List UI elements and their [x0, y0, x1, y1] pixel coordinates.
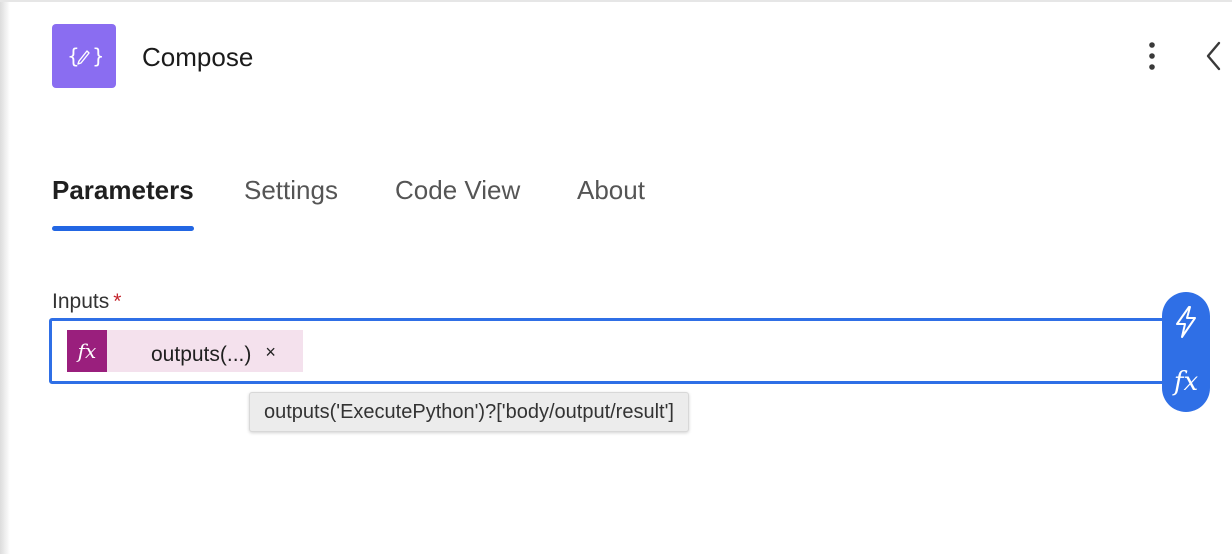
inputs-label: Inputs * — [52, 288, 121, 316]
more-options-button[interactable] — [1136, 38, 1168, 74]
token-tooltip: outputs('ExecutePython')?['body/output/r… — [249, 392, 689, 432]
compose-action-icon: { } — [52, 24, 116, 88]
panel-top-border — [0, 0, 1232, 2]
expression-fx-icon: fx — [67, 330, 107, 372]
compose-braces-icon: { } — [67, 44, 102, 68]
expression-token[interactable]: fx outputs(...) × — [67, 330, 303, 372]
lightning-icon — [1176, 306, 1196, 338]
tab-parameters[interactable]: Parameters — [52, 170, 194, 210]
expression-token-label: outputs(...) — [151, 343, 252, 366]
insert-tools-pill: fx — [1162, 292, 1210, 412]
tab-code-view[interactable]: Code View — [395, 170, 520, 210]
tab-settings[interactable]: Settings — [244, 170, 338, 210]
required-marker: * — [113, 290, 122, 313]
more-vertical-icon — [1149, 42, 1155, 70]
panel-left-shadow — [0, 0, 10, 554]
dynamic-content-button[interactable] — [1162, 294, 1210, 350]
remove-token-button[interactable]: × — [265, 340, 276, 363]
inputs-field[interactable]: fx outputs(...) × — [49, 318, 1173, 384]
active-tab-indicator — [52, 226, 194, 231]
collapse-panel-button[interactable] — [1198, 38, 1228, 74]
chevron-left-icon — [1206, 41, 1221, 71]
tab-about[interactable]: About — [577, 170, 645, 210]
compose-panel: { } Compose Parameters Settings Code Vie… — [0, 0, 1232, 554]
expression-editor-button[interactable]: fx — [1162, 354, 1210, 410]
svg-text:}: } — [92, 44, 102, 68]
action-title: Compose — [142, 42, 254, 72]
inputs-label-text: Inputs — [52, 290, 110, 313]
